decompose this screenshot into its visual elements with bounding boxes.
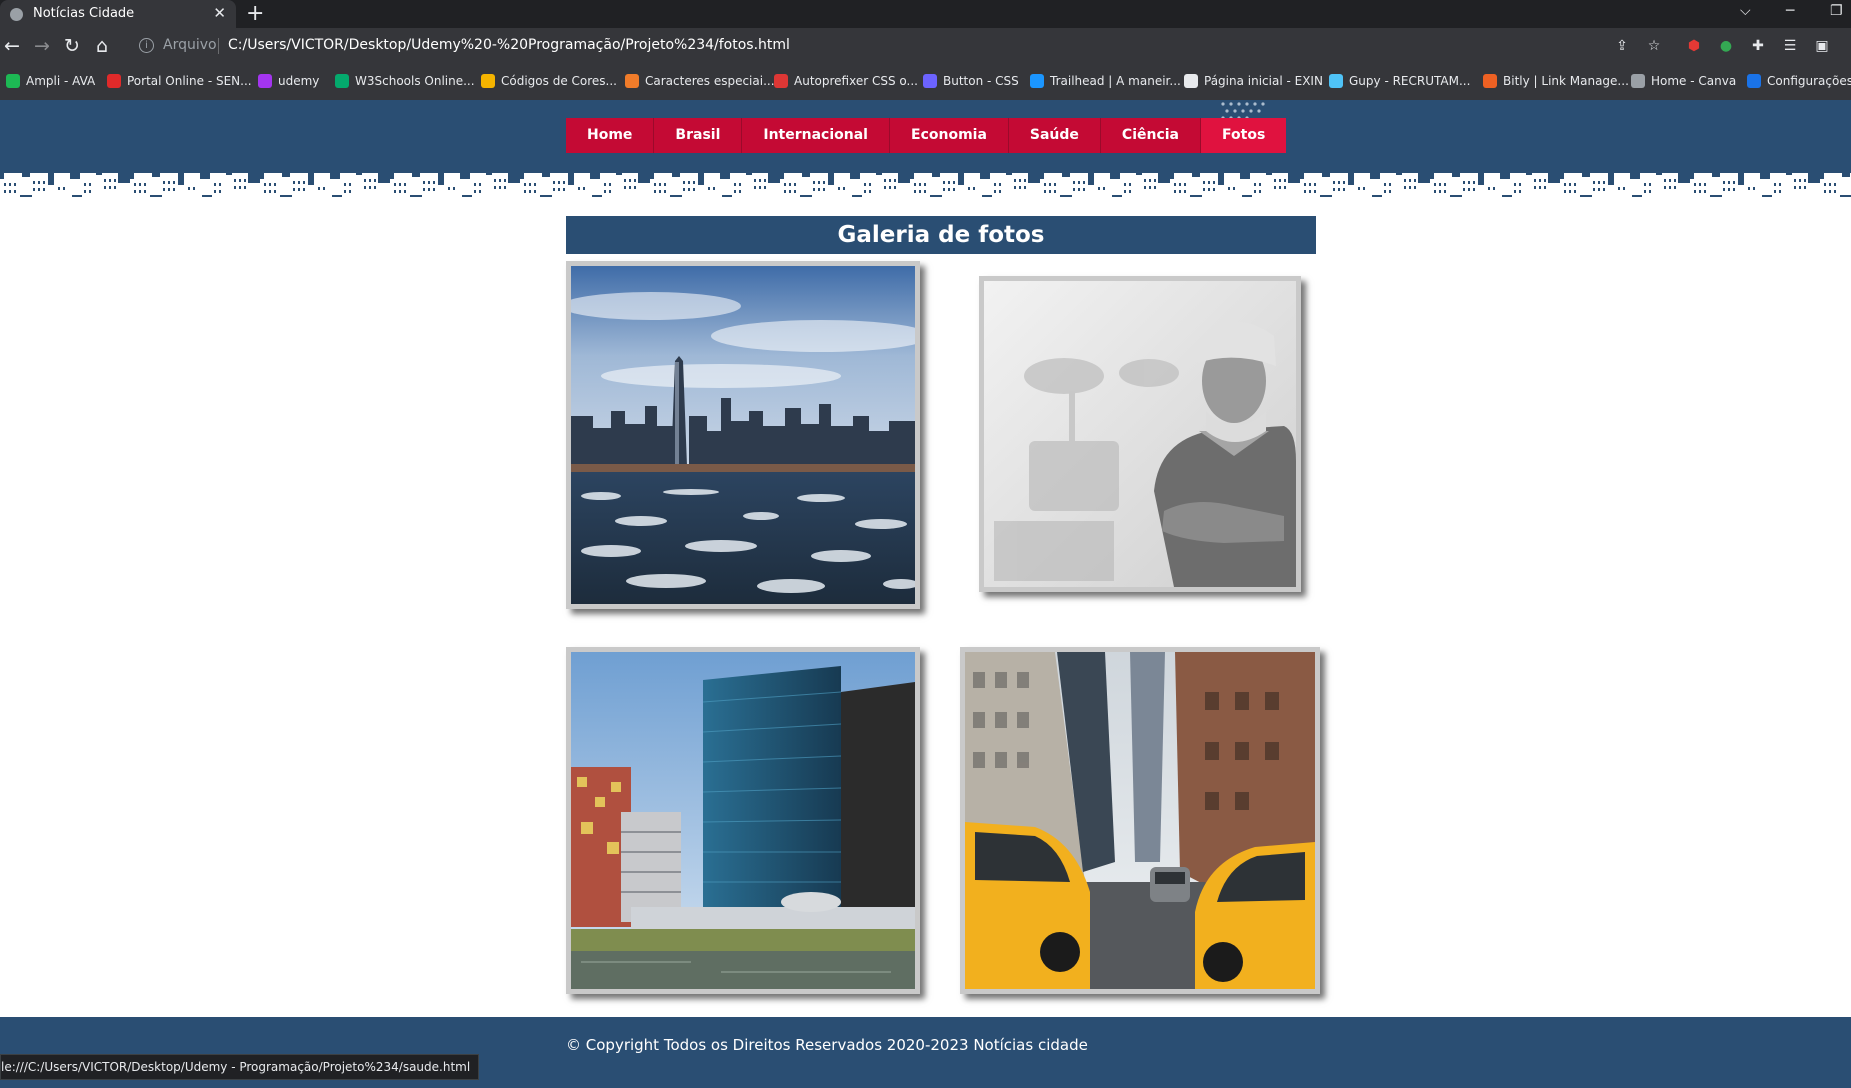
bookmark-favicon-icon xyxy=(1747,74,1761,88)
nav-ciencia[interactable]: Ciência xyxy=(1101,118,1202,153)
minimize-icon[interactable]: ─ xyxy=(1786,3,1794,19)
bookmark-favicon-icon xyxy=(1329,74,1343,88)
bookmark-item[interactable]: udemy xyxy=(258,74,319,88)
nav-fotos[interactable]: Fotos xyxy=(1201,118,1287,153)
bookmark-favicon-icon xyxy=(1030,74,1044,88)
extension-dollar-icon[interactable]: ● xyxy=(1718,38,1734,54)
taxis-photo-image xyxy=(965,652,1315,989)
bookmark-favicon-icon xyxy=(335,74,349,88)
address-url[interactable]: C:/Users/VICTOR/Desktop/Udemy%20-%20Prog… xyxy=(228,37,790,53)
nav-home[interactable]: Home xyxy=(566,118,655,153)
browser-toolbar: ← → ↻ ⌂ i Arquivo C:/Users/VICTOR/Deskto… xyxy=(0,28,1851,64)
extensions-puzzle-icon[interactable]: ✚ xyxy=(1750,38,1766,54)
share-icon[interactable]: ⇪ xyxy=(1614,38,1630,54)
tab-title: Notícias Cidade xyxy=(33,6,135,21)
nav-internacional[interactable]: Internacional xyxy=(742,118,890,153)
building-photo-image xyxy=(571,652,915,989)
bookmark-item[interactable]: W3Schools Online... xyxy=(335,74,475,88)
footer-copyright: © Copyright Todos os Direitos Reservados… xyxy=(566,1036,1088,1054)
bookmark-favicon-icon xyxy=(1184,74,1198,88)
reading-list-icon[interactable]: ☰ xyxy=(1782,38,1798,54)
gallery-photo-surgeon[interactable] xyxy=(979,276,1301,592)
nav-saude[interactable]: Saúde xyxy=(1009,118,1101,153)
bookmark-favicon-icon xyxy=(1631,74,1645,88)
bookmark-item[interactable]: Trailhead | A maneir... xyxy=(1030,74,1181,88)
link-status-bar: le:///C:/Users/VICTOR/Desktop/Udemy - Pr… xyxy=(0,1054,480,1080)
bookmark-item[interactable]: Caracteres especiai... xyxy=(625,74,775,88)
bookmark-favicon-icon xyxy=(1483,74,1497,88)
home-icon[interactable]: ⌂ xyxy=(96,34,108,58)
info-icon[interactable]: i xyxy=(139,38,154,53)
bookmark-favicon-icon xyxy=(774,74,788,88)
browser-tab[interactable]: Notícias Cidade ✕ xyxy=(0,0,236,28)
nav-economia[interactable]: Economia xyxy=(890,118,1009,153)
tab-search-icon[interactable]: ⌵ xyxy=(1740,3,1751,19)
address-divider xyxy=(218,38,219,54)
bookmark-favicon-icon xyxy=(258,74,272,88)
bookmark-item[interactable]: Página inicial - EXIN xyxy=(1184,74,1323,88)
extension-shield-icon[interactable]: ⬢ xyxy=(1686,38,1702,54)
bookmark-item[interactable]: Home - Canva xyxy=(1631,74,1736,88)
surgeon-photo-image xyxy=(984,281,1296,587)
forward-icon[interactable]: → xyxy=(34,34,50,58)
gallery-photo-taxis[interactable] xyxy=(960,647,1320,994)
bookmarks-bar: Ampli - AVA Portal Online - SEN... udemy… xyxy=(0,64,1851,100)
side-panel-icon[interactable]: ▣ xyxy=(1814,38,1830,54)
bookmark-favicon-icon xyxy=(6,74,20,88)
close-tab-icon[interactable]: ✕ xyxy=(213,4,226,22)
new-tab-button[interactable]: + xyxy=(246,1,264,26)
bookmark-favicon-icon xyxy=(625,74,639,88)
skyline-photo-image xyxy=(571,266,915,604)
gallery-title: Galeria de fotos xyxy=(566,216,1316,254)
bookmark-star-icon[interactable]: ☆ xyxy=(1646,38,1662,54)
address-bar[interactable]: i Arquivo C:/Users/VICTOR/Desktop/Udemy%… xyxy=(127,30,1657,62)
gallery-photo-skyline[interactable] xyxy=(566,261,920,609)
bookmark-item[interactable]: Bitly | Link Manage... xyxy=(1483,74,1629,88)
main-nav: Home Brasil Internacional Economia Saúde… xyxy=(566,118,1287,153)
globe-icon xyxy=(10,8,23,21)
restore-icon[interactable]: ❐ xyxy=(1830,3,1843,19)
back-icon[interactable]: ← xyxy=(4,34,20,58)
nav-brasil[interactable]: Brasil xyxy=(654,118,743,153)
gallery-photo-building[interactable] xyxy=(566,647,920,994)
bookmark-item[interactable]: Configurações xyxy=(1747,74,1851,88)
bookmark-item[interactable]: Gupy - RECRUTAM... xyxy=(1329,74,1470,88)
city-skyline-banner xyxy=(0,165,1851,210)
address-scheme-label: Arquivo xyxy=(163,37,217,53)
bookmark-favicon-icon xyxy=(923,74,937,88)
bookmark-favicon-icon xyxy=(481,74,495,88)
bookmark-item[interactable]: Códigos de Cores... xyxy=(481,74,617,88)
bookmark-item[interactable]: Button - CSS xyxy=(923,74,1019,88)
bookmark-item[interactable]: Ampli - AVA xyxy=(6,74,95,88)
reload-icon[interactable]: ↻ xyxy=(64,34,80,58)
bookmark-item[interactable]: Portal Online - SEN... xyxy=(107,74,252,88)
tab-strip: Notícias Cidade ✕ + ⌵ ─ ❐ xyxy=(0,0,1851,28)
bookmark-favicon-icon xyxy=(107,74,121,88)
bookmark-item[interactable]: Autoprefixer CSS o... xyxy=(774,74,918,88)
